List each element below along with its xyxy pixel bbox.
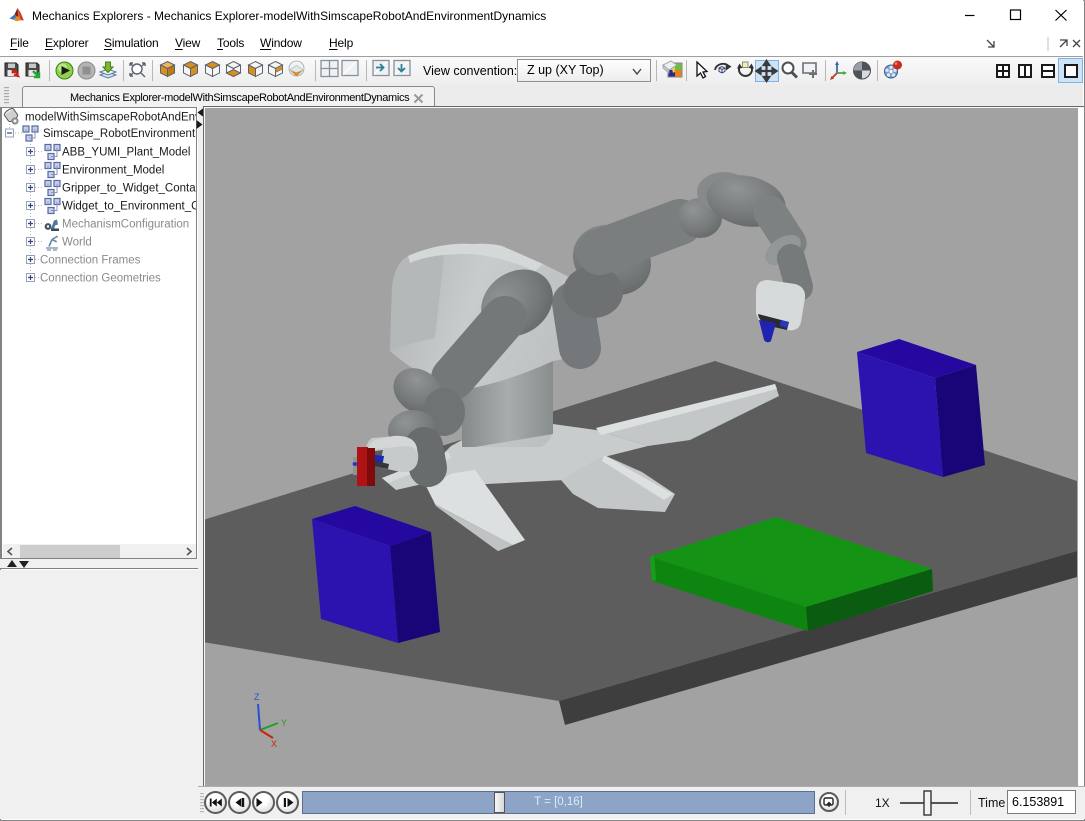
- svg-text:MechanismConfiguration: MechanismConfiguration: [62, 219, 189, 231]
- svg-text:Widget_to_Environment_C: Widget_to_Environment_C: [62, 201, 196, 213]
- svg-text:Simscape_RobotEnvironment: Simscape_RobotEnvironment: [43, 128, 196, 140]
- svg-text:Z: Z: [254, 692, 260, 702]
- svg-text:Connection Geometries: Connection Geometries: [40, 273, 161, 285]
- svg-text:X: X: [271, 739, 277, 749]
- svg-text:ABB_YUMI_Plant_Model: ABB_YUMI_Plant_Model: [62, 147, 190, 159]
- svg-text:Connection Frames: Connection Frames: [40, 255, 141, 267]
- svg-text:Gripper_to_Widget_Contact: Gripper_to_Widget_Contact: [62, 183, 196, 195]
- svg-text:Environment_Model: Environment_Model: [62, 165, 164, 177]
- svg-text:Y: Y: [281, 718, 287, 728]
- svg-text:World: World: [62, 237, 92, 249]
- svg-text:modelWithSimscapeRobotAndEnvir: modelWithSimscapeRobotAndEnvir: [25, 112, 196, 124]
